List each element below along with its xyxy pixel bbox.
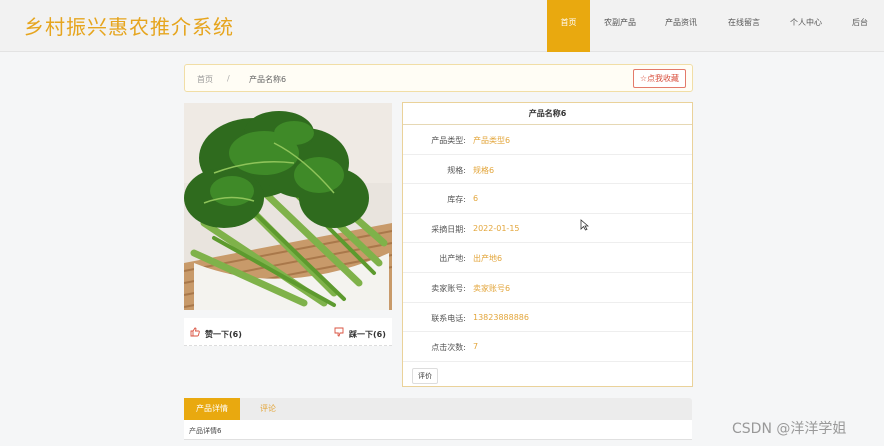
product-info-table: 产品名称6 产品类型: 产品类型6 规格: 规格6 库存: 6 采摘日期: 20… [402, 102, 693, 387]
nav-item-products[interactable]: 农副产品 [590, 0, 650, 52]
top-navbar: 乡村振兴惠农推介系统 首页 农副产品 产品资讯 在线留言 个人中心 后台 [0, 0, 884, 52]
tab-product-detail[interactable]: 产品详情 [184, 398, 240, 420]
dislike-label: 踩一下(6) [349, 330, 386, 339]
vegetable-illustration [184, 103, 392, 310]
info-label: 卖家账号: [431, 283, 466, 293]
info-value: 13823888886 [473, 312, 529, 322]
watermark: CSDN @洋洋学姐 [732, 421, 847, 437]
detail-content: 产品详情6 [189, 427, 222, 435]
info-row-pick-date: 采摘日期: 2022-01-15 [403, 214, 692, 244]
breadcrumb-home-link[interactable]: 首页 [197, 74, 213, 85]
info-label: 出产地: [439, 254, 466, 264]
info-value: 卖家账号6 [473, 283, 511, 293]
info-row-stock: 库存: 6 [403, 184, 692, 214]
info-value: 6 [473, 194, 479, 204]
dislike-button[interactable]: 踩一下(6) [334, 327, 386, 340]
info-value: 7 [473, 342, 479, 352]
nav-item-profile[interactable]: 个人中心 [776, 0, 836, 52]
info-label: 点击次数: [431, 343, 466, 353]
info-row-seller: 卖家账号: 卖家账号6 [403, 273, 692, 303]
like-button[interactable]: 赞一下(6) [190, 327, 242, 340]
like-label: 赞一下(6) [205, 330, 242, 339]
info-label: 联系电话: [431, 313, 466, 323]
breadcrumb-separator: / [227, 74, 230, 83]
breadcrumb-current: 产品名称6 [249, 75, 287, 84]
info-label: 采摘日期: [431, 224, 466, 234]
detail-panel: 产品详情6 [184, 420, 692, 440]
vote-bar: 赞一下(6) 踩一下(6) [184, 318, 392, 346]
product-title: 产品名称6 [403, 103, 692, 125]
info-value: 2022-01-15 [473, 223, 520, 233]
nav-item-home[interactable]: 首页 [547, 0, 590, 52]
info-row-origin: 出产地: 出产地6 [403, 243, 692, 273]
nav-item-news[interactable]: 产品资讯 [650, 0, 712, 52]
thumbs-down-icon [334, 327, 344, 339]
info-row-spec: 规格: 规格6 [403, 155, 692, 185]
info-label: 规格: [447, 165, 466, 175]
tab-comments[interactable]: 评论 [260, 398, 276, 420]
info-row-type: 产品类型: 产品类型6 [403, 125, 692, 155]
info-value: 规格6 [473, 165, 495, 175]
info-value: 产品类型6 [473, 136, 511, 145]
mouse-cursor-icon [580, 216, 590, 235]
info-actions: 评价 [403, 362, 692, 388]
info-row-phone: 联系电话: 13823888886 [403, 303, 692, 333]
rate-button[interactable]: 评价 [412, 367, 438, 384]
info-label: 产品类型: [431, 136, 466, 145]
nav-item-messages[interactable]: 在线留言 [712, 0, 776, 52]
thumbs-up-icon [190, 327, 200, 339]
main-nav: 首页 农副产品 产品资讯 在线留言 个人中心 后台 [547, 0, 884, 52]
info-label: 库存: [447, 195, 466, 205]
info-row-clicks: 点击次数: 7 [403, 332, 692, 362]
favorite-button[interactable]: ☆点我收藏 [632, 69, 686, 88]
info-value: 出产地6 [473, 254, 503, 264]
breadcrumb: 首页 / 产品名称6 ☆点我收藏 [184, 64, 693, 92]
nav-item-admin[interactable]: 后台 [836, 0, 884, 52]
detail-tabs: 产品详情 评论 [184, 398, 692, 420]
site-logo[interactable]: 乡村振兴惠农推介系统 [24, 11, 234, 40]
product-image [184, 103, 392, 310]
